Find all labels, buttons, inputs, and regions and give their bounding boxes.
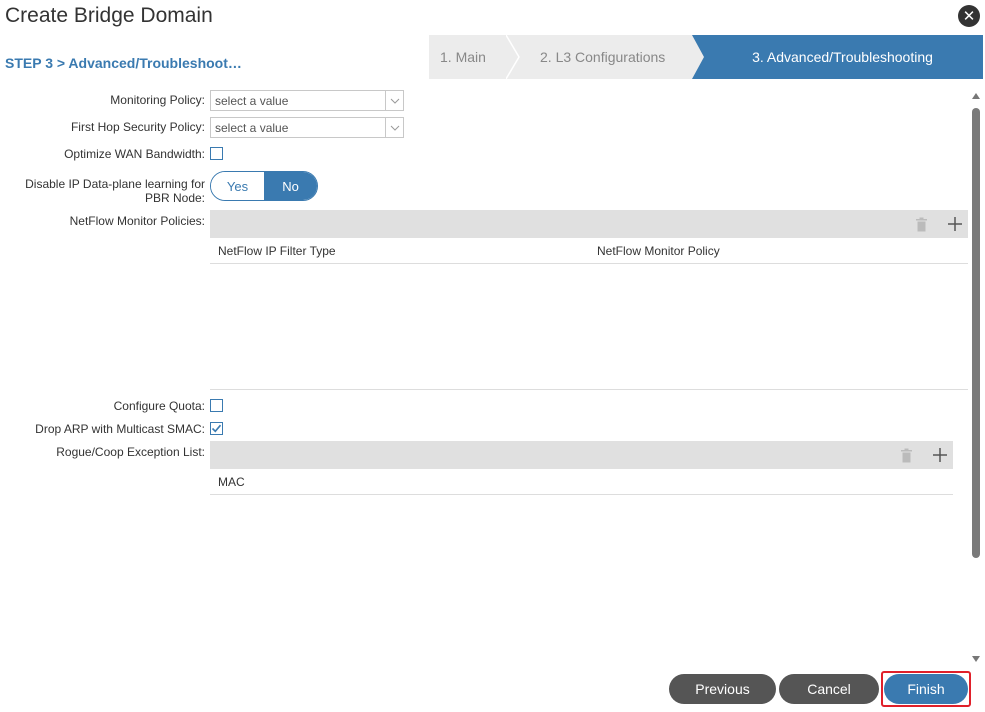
netflow-table-bottom-border: [210, 389, 968, 390]
first-hop-security-policy-placeholder: select a value: [215, 120, 289, 135]
step-label: STEP 3 > Advanced/Troubleshoot…: [5, 55, 242, 71]
scroll-down-arrow-icon[interactable]: [971, 655, 981, 663]
close-button[interactable]: ✕: [958, 5, 980, 27]
column-header[interactable]: MAC: [218, 475, 245, 489]
finish-button[interactable]: Finish: [884, 674, 968, 704]
monitoring-policy-label: Monitoring Policy:: [110, 93, 205, 107]
drop-arp-label: Drop ARP with Multicast SMAC:: [35, 422, 205, 436]
wizard-step-label: 2. L3 Configurations: [540, 49, 666, 65]
toggle-no-option[interactable]: No: [264, 172, 317, 200]
trash-icon[interactable]: [897, 445, 915, 465]
column-header[interactable]: NetFlow Monitor Policy: [597, 244, 720, 258]
monitoring-policy-select[interactable]: select a value: [210, 90, 404, 111]
wizard-step-l3-configurations[interactable]: 2. L3 Configurations: [519, 35, 704, 79]
previous-button[interactable]: Previous: [669, 674, 776, 704]
optimize-wan-bandwidth-label: Optimize WAN Bandwidth:: [64, 147, 205, 161]
dialog-title: Create Bridge Domain: [5, 4, 213, 27]
rogue-table-toolbar: [210, 441, 953, 469]
scroll-up-arrow-icon[interactable]: [971, 92, 981, 100]
wizard-step-label: 3. Advanced/Troubleshooting: [752, 49, 933, 65]
disable-ip-learning-label: Disable IP Data-plane learning for PBR N…: [25, 177, 205, 205]
scrollbar-thumb[interactable]: [972, 108, 980, 558]
column-header[interactable]: NetFlow IP Filter Type: [218, 244, 336, 258]
monitoring-policy-placeholder: select a value: [215, 93, 289, 108]
close-icon: ✕: [962, 7, 976, 25]
netflow-table-header: NetFlow IP Filter Type NetFlow Monitor P…: [210, 238, 968, 264]
configure-quota-checkbox[interactable]: [210, 399, 223, 412]
wizard-step-label: 1. Main: [440, 49, 486, 65]
toggle-yes-option[interactable]: Yes: [211, 172, 264, 200]
checkmark-icon: [211, 424, 222, 433]
configure-quota-label: Configure Quota:: [113, 399, 205, 413]
cancel-button[interactable]: Cancel: [779, 674, 879, 704]
wizard-steps: 1. Main 2. L3 Configurations 3. Advanced…: [429, 35, 983, 79]
disable-ip-learning-toggle: Yes No: [210, 171, 318, 201]
drop-arp-checkbox[interactable]: [210, 422, 223, 435]
plus-icon[interactable]: [931, 445, 949, 465]
plus-icon[interactable]: [946, 214, 964, 234]
rogue-coop-exception-list-label: Rogue/Coop Exception List:: [56, 445, 205, 459]
optimize-wan-bandwidth-checkbox[interactable]: [210, 147, 223, 160]
chevron-down-icon: [385, 91, 403, 110]
disable-ip-learning-label-line1: Disable IP Data-plane learning for: [25, 177, 205, 191]
rogue-table-header: MAC: [210, 469, 953, 495]
wizard-step-advanced-troubleshooting[interactable]: 3. Advanced/Troubleshooting: [692, 35, 983, 79]
first-hop-security-policy-select[interactable]: select a value: [210, 117, 404, 138]
netflow-monitor-policies-label: NetFlow Monitor Policies:: [69, 214, 205, 228]
disable-ip-learning-label-line2: PBR Node:: [144, 191, 205, 205]
trash-icon[interactable]: [912, 214, 930, 234]
netflow-table-toolbar: [210, 210, 968, 238]
first-hop-security-policy-label: First Hop Security Policy:: [70, 120, 205, 134]
wizard-separator: [506, 35, 520, 79]
chevron-down-icon: [385, 118, 403, 137]
